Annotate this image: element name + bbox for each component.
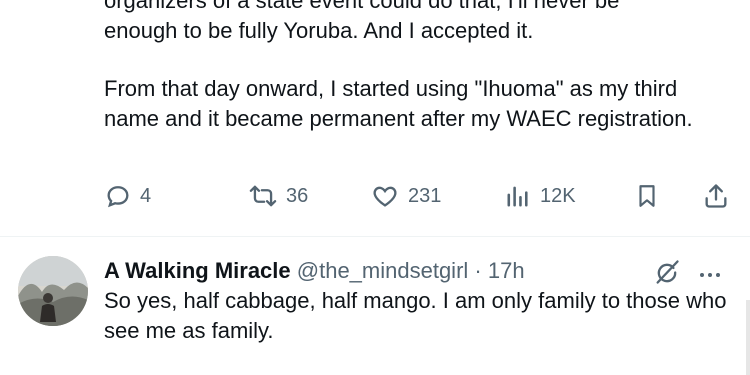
handle[interactable]: @the_mindsetgirl: [297, 258, 469, 283]
separator: ·: [474, 258, 482, 283]
views-count: 12K: [540, 184, 576, 207]
timestamp[interactable]: 17h: [488, 258, 525, 283]
heart-icon: [370, 182, 400, 210]
tweet-text-paragraph-1: organizers of a state event could do tha…: [104, 0, 734, 46]
reply-button[interactable]: 4: [104, 182, 151, 210]
repost-icon: [248, 182, 278, 210]
repost-button[interactable]: 36: [248, 182, 308, 210]
more-icon[interactable]: [698, 266, 722, 284]
comment-icon: [104, 182, 132, 210]
repost-count: 36: [286, 184, 309, 207]
share-button[interactable]: [702, 182, 730, 210]
reply-text: So yes, half cabbage, half mango. I am o…: [104, 288, 727, 343]
share-icon: [702, 182, 730, 210]
reply-header: A Walking Miracle @the_mindsetgirl · 17h: [104, 256, 525, 286]
reply-count: 4: [140, 184, 152, 207]
tweet-text-line: enough to be fully Yoruba. And I accepte…: [104, 18, 534, 43]
tweet-action-bar: 4 36 231 12K: [104, 182, 734, 212]
like-button[interactable]: 231: [370, 182, 441, 210]
bar-chart-icon: [504, 182, 532, 210]
divider: [0, 236, 750, 237]
like-count: 231: [408, 184, 442, 207]
bookmark-button[interactable]: [634, 182, 660, 210]
scrollbar-edge: [746, 300, 750, 375]
display-name[interactable]: A Walking Miracle: [104, 258, 291, 283]
views-button[interactable]: 12K: [504, 182, 576, 210]
tweet-text-paragraph-2: From that day onward, I started using "I…: [104, 76, 693, 131]
bookmark-icon: [634, 182, 660, 210]
avatar[interactable]: [18, 256, 88, 326]
tweet-text-line-hidden: organizers of a state event could do tha…: [104, 0, 620, 13]
